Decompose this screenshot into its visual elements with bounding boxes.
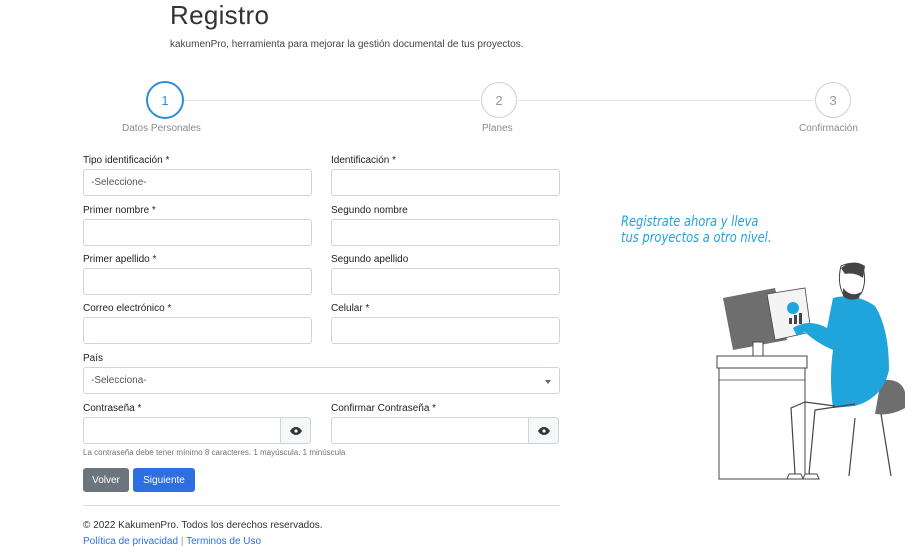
toggle-password-button[interactable]: [280, 417, 311, 444]
tipo-identificacion-value: -Seleccione-: [91, 177, 147, 188]
celular-input[interactable]: [331, 317, 560, 344]
terms-link[interactable]: Terminos de Uso: [186, 536, 261, 547]
identificacion-input[interactable]: [331, 169, 560, 196]
correo-label: Correo electrónico *: [83, 303, 172, 314]
stepper-line: [518, 100, 814, 101]
page-title: Registro: [170, 0, 270, 30]
footer-links: Política de privacidad | Terminos de Uso: [83, 536, 261, 547]
step-3-label: Confirmación: [799, 123, 858, 134]
confirmar-contrasena-input[interactable]: [331, 417, 529, 444]
primer-apellido-input[interactable]: [83, 268, 312, 295]
segundo-apellido-input[interactable]: [331, 268, 560, 295]
segundo-apellido-label: Segundo apellido: [331, 254, 409, 265]
primer-nombre-label: Primer nombre *: [83, 205, 156, 216]
eye-icon: [537, 426, 550, 435]
step-1-label: Datos Personales: [122, 123, 201, 134]
contrasena-input[interactable]: [83, 417, 281, 444]
promo-text: Registrate ahora y lleva tus proyectos a…: [621, 214, 772, 246]
footer-separator: |: [180, 536, 184, 547]
contrasena-label: Contraseña *: [83, 403, 142, 414]
identificacion-label: Identificación *: [331, 155, 397, 166]
password-hint: La contraseña debe tener mínimo 8 caract…: [83, 448, 346, 457]
footer-divider: [83, 505, 560, 506]
step-2-circle[interactable]: 2: [481, 82, 517, 118]
privacy-link[interactable]: Política de privacidad: [83, 536, 178, 547]
pais-label: País: [83, 353, 104, 364]
stepper-line: [184, 100, 480, 101]
toggle-confirm-password-button[interactable]: [528, 417, 559, 444]
tipo-identificacion-label: Tipo identificación *: [83, 155, 170, 166]
primer-apellido-label: Primer apellido *: [83, 254, 157, 265]
tipo-identificacion-select[interactable]: -Seleccione-: [83, 169, 312, 196]
pais-value: -Selecciona-: [91, 375, 147, 386]
eye-icon: [289, 426, 302, 435]
segundo-nombre-input[interactable]: [331, 219, 560, 246]
step-3-circle[interactable]: 3: [815, 82, 851, 118]
primer-nombre-input[interactable]: [83, 219, 312, 246]
segundo-nombre-label: Segundo nombre: [331, 205, 408, 216]
page-subtitle: kakumenPro, herramienta para mejorar la …: [170, 39, 524, 50]
correo-input[interactable]: [83, 317, 312, 344]
celular-label: Celular *: [331, 303, 370, 314]
next-button[interactable]: Siguiente: [133, 468, 195, 492]
person-at-computer-illustration: [716, 262, 905, 480]
pais-select[interactable]: -Selecciona-: [83, 367, 560, 394]
step-1-circle[interactable]: 1: [146, 81, 184, 119]
copyright: © 2022 KakumenPro. Todos los derechos re…: [83, 520, 323, 531]
back-button[interactable]: Volver: [83, 468, 129, 492]
step-2-label: Planes: [482, 123, 513, 134]
confirmar-contrasena-label: Confirmar Contraseña *: [331, 403, 437, 414]
chevron-down-icon: [545, 380, 551, 384]
